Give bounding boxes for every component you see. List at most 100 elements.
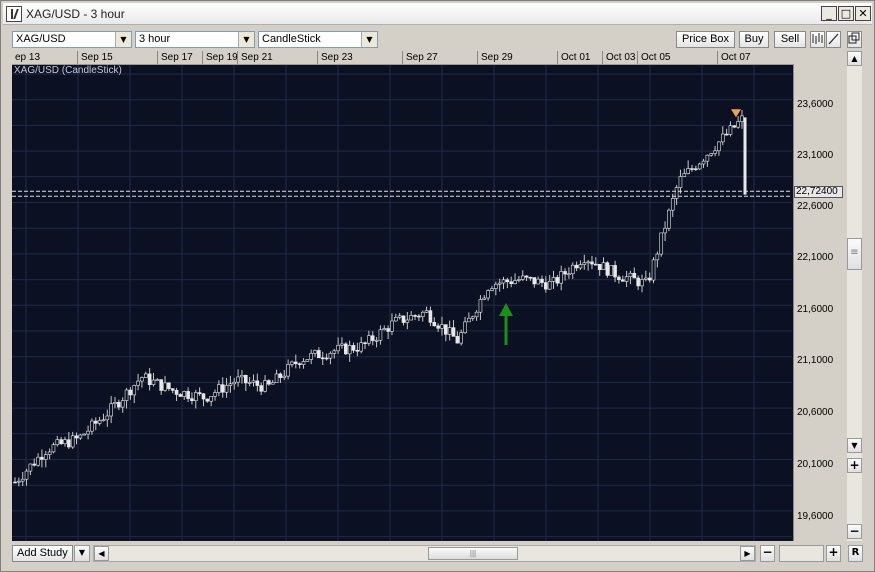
scroll-right-button[interactable]: ▶ [740,546,755,561]
candle [224,377,229,398]
candle-body [290,361,294,365]
candle-body [417,315,421,318]
chevron-down-icon[interactable]: ▼ [115,32,131,47]
zoom-track[interactable] [779,545,824,562]
candle [678,169,683,194]
candle [328,351,333,365]
candle [267,379,271,386]
reset-button[interactable]: R [848,545,863,562]
window-title: XAG/USD - 3 hour [26,7,125,21]
scroll-up-button[interactable]: ▲ [847,51,862,66]
candle-body [582,262,587,265]
maximize-button[interactable]: □ [838,6,854,21]
scroll-thumb[interactable]: ≡ [847,238,862,270]
price-box-button[interactable]: Price Box [676,31,735,48]
draw-line-button[interactable] [826,31,841,48]
candle [232,378,237,390]
candle [159,379,163,395]
zoom-in-button[interactable]: + [826,545,841,562]
candle [532,277,537,288]
interval-select[interactable]: 3 hour ▼ [135,31,255,48]
candle-body [286,364,290,377]
candle [55,435,60,447]
candle-body [655,253,660,261]
candle [528,276,533,281]
close-button[interactable]: ✕ [855,6,871,21]
candle [67,432,71,449]
candle-body [59,439,63,445]
candle-body [159,379,163,391]
price-tick-label: 20,6000 [797,407,834,418]
date-label: Sep 15 [77,51,113,64]
vertical-scrollbar[interactable]: ▲ ≡ ▼ + − [847,51,862,541]
candle-body [55,439,60,445]
candle-body [67,439,71,448]
candle [709,152,714,157]
scroll-down-button[interactable]: ▼ [847,438,862,453]
scroll-left-button[interactable]: ◀ [94,546,109,561]
candle-body [217,384,221,393]
candle [351,342,356,353]
detach-button[interactable] [847,31,862,48]
candle [136,373,140,391]
minimize-button[interactable]: _ [821,6,837,21]
zoom-out-button[interactable]: − [760,545,775,562]
candle [563,268,567,281]
candle [167,382,171,391]
candle-body [255,380,260,386]
candle-body [474,311,479,318]
candle [120,397,125,413]
candle-body [151,379,156,385]
sell-button[interactable]: Sell [774,31,806,48]
candle-body [447,327,452,335]
zoom-out-vertical-button[interactable]: − [847,524,862,539]
candle-body [724,133,729,136]
symbol-select[interactable]: XAG/USD ▼ [12,31,132,48]
candle [540,275,544,288]
chart-canvas[interactable] [12,51,843,541]
candle [240,370,244,384]
candle [20,471,25,487]
add-study-dropdown[interactable]: ▼ [74,545,90,562]
candle-body [401,315,406,323]
candle-body [93,420,98,424]
candle [459,329,464,346]
horizontal-scroll-thumb[interactable]: ||| [428,547,518,560]
candle [390,313,394,336]
chevron-down-icon[interactable]: ▼ [361,32,377,47]
candle [97,416,102,426]
bar-style-button[interactable] [810,31,825,48]
candle [509,276,514,288]
candle-body [263,380,267,392]
candle-body [701,160,706,165]
candle-body [13,481,17,484]
add-study-button[interactable]: Add Study [12,545,73,562]
candle-body [190,398,194,402]
candle-body [717,141,721,152]
candle-body [686,168,690,174]
candle-body [497,282,502,285]
candle-body [378,329,383,341]
candle-body [328,352,333,359]
candle [717,141,721,156]
candle [536,276,540,285]
restore-window-icon [848,32,860,44]
candle [470,315,475,321]
candle-body [555,277,560,284]
zoom-in-vertical-button[interactable]: + [847,458,862,473]
buy-button[interactable]: Buy [739,31,769,48]
candle [605,261,610,278]
horizontal-scrollbar[interactable]: ◀ ||| ▶ [93,545,756,562]
date-label: Sep 19 [202,51,238,64]
alert-marker-icon[interactable] [731,109,741,118]
chevron-down-icon[interactable]: ▼ [238,32,254,47]
candle [640,274,644,293]
price-axis[interactable]: 23,6000 23,1000 22,6000 22,1000 21,6000 21,10… [793,64,844,541]
candle-body [120,400,125,408]
title-bar[interactable]: XAG/USD - 3 hour _ □ ✕ [3,3,872,25]
chart-type-select[interactable]: CandleStick ▼ [258,31,378,48]
price-tick-label: 22,1000 [797,252,834,263]
candle-body [544,282,548,290]
series-label: XAG/USD (CandleStick) [14,65,122,76]
candle [636,275,640,291]
